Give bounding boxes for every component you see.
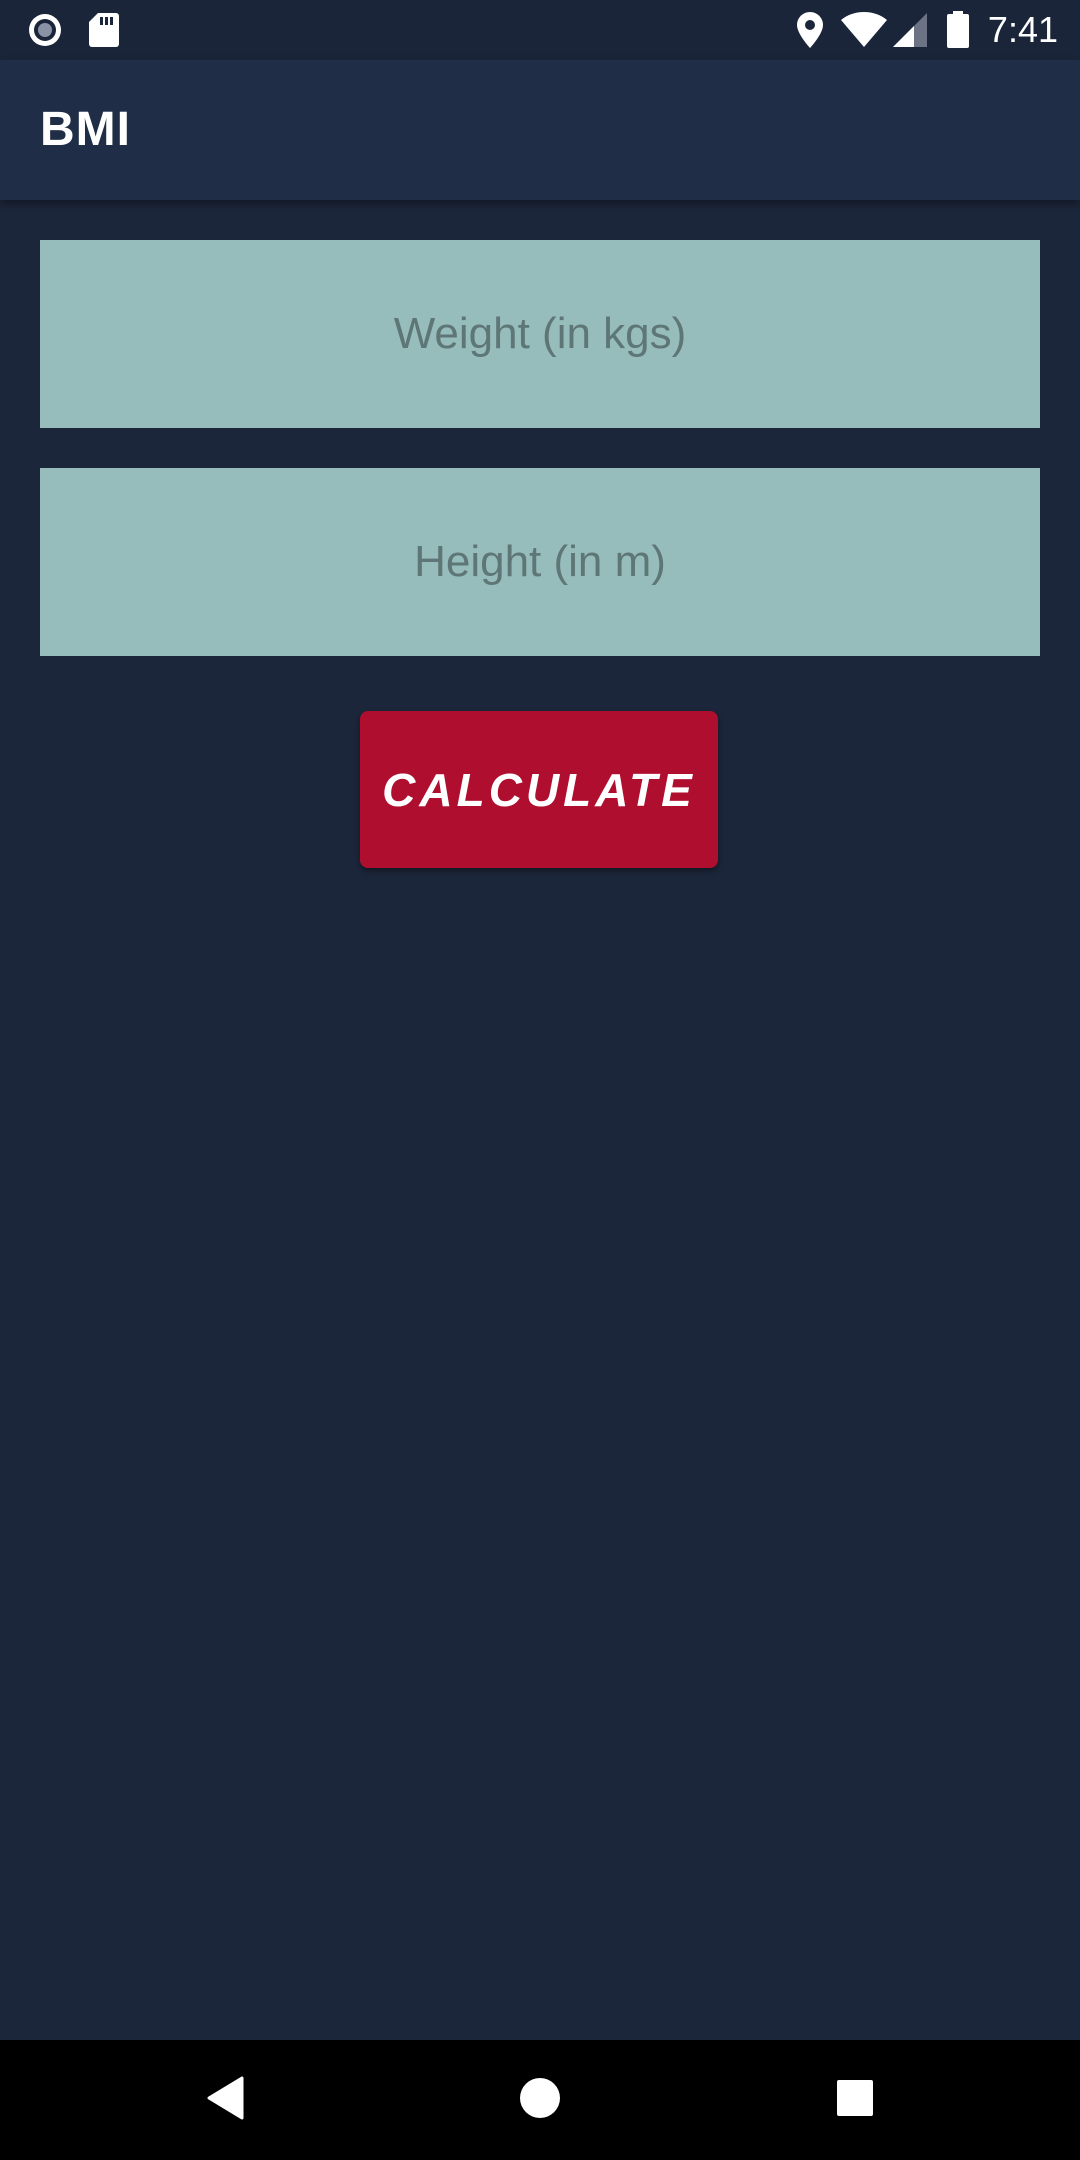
sd-card-icon — [88, 0, 120, 60]
home-button[interactable] — [480, 2040, 600, 2160]
battery-icon — [946, 0, 970, 60]
record-icon — [26, 0, 64, 60]
wifi-icon — [840, 0, 888, 60]
home-icon — [519, 2077, 561, 2124]
recents-icon — [836, 2079, 874, 2122]
app-bar: BMI — [0, 60, 1080, 200]
back-icon — [206, 2076, 246, 2125]
bmi-screen: 7:41 BMI CALCULATE — [0, 0, 1080, 2160]
back-button[interactable] — [166, 2040, 286, 2160]
page-title: BMI — [40, 103, 131, 156]
status-time: 7:41 — [987, 9, 1058, 50]
navigation-bar — [0, 2040, 1080, 2160]
signal-icon — [892, 0, 928, 60]
location-icon — [796, 0, 824, 60]
weight-input[interactable] — [40, 240, 1040, 428]
calculate-button[interactable]: CALCULATE — [360, 711, 718, 868]
status-bar: 7:41 — [0, 0, 1080, 60]
recents-button[interactable] — [795, 2040, 915, 2160]
height-input[interactable] — [40, 468, 1040, 656]
